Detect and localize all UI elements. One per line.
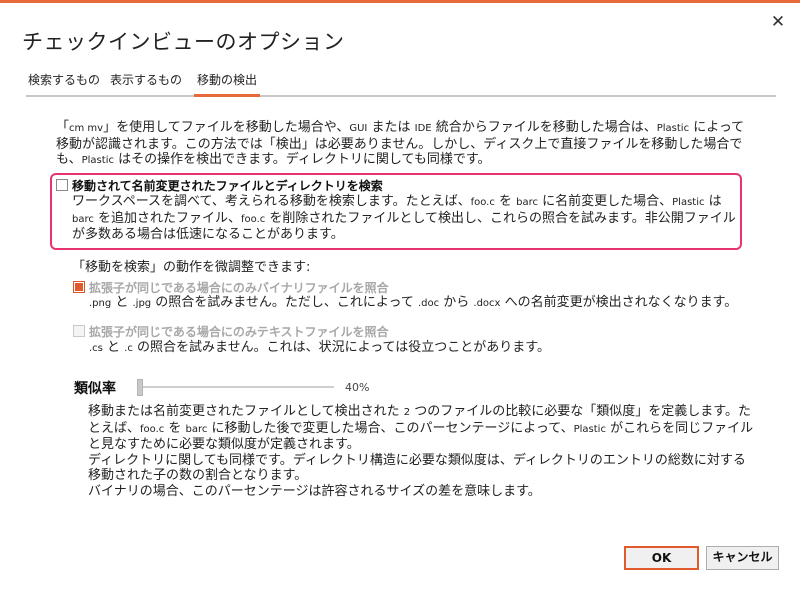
text-same-ext-checkbox[interactable] xyxy=(73,325,85,337)
binary-same-ext-checkbox[interactable] xyxy=(73,281,85,293)
detect-moves-checkbox[interactable] xyxy=(56,179,68,191)
binary-same-ext-label[interactable]: 拡張子が同じである場合にのみバイナリファイルを照合 xyxy=(89,279,389,296)
similarity-description: 移動または名前変更されたファイルとして検出された 2 つのファイルの比較に必要な… xyxy=(88,404,754,499)
text-same-ext-label[interactable]: 拡張子が同じである場合にのみテキストファイルを照合 xyxy=(89,323,389,340)
tab-bar: 検索するもの 表示するもの 移動の検出 xyxy=(26,72,776,97)
tab-what-to-show[interactable]: 表示するもの xyxy=(110,72,182,95)
similarity-slider-track[interactable] xyxy=(138,386,334,388)
binary-option-description: .png と .jpg の照合を試みません。ただし、これによって .doc から… xyxy=(89,295,738,310)
dialog-title: チェックインビューのオプション xyxy=(22,30,345,54)
text-option-description: .cs と .c の照合を試みません。これは、状況によっては役立つことがあります… xyxy=(89,340,550,355)
close-icon[interactable]: ✕ xyxy=(768,12,788,32)
tab-what-to-find[interactable]: 検索するもの xyxy=(28,72,100,95)
detect-moves-label[interactable]: 移動されて名前変更されたファイルとディレクトリを検索 xyxy=(72,177,383,194)
similarity-slider-handle[interactable] xyxy=(137,379,143,396)
intro-text: 「cm mv」を使用してファイルを移動した場合や、GUI または IDE 統合か… xyxy=(56,120,745,167)
ok-button[interactable]: OK xyxy=(624,546,699,570)
cancel-button[interactable]: キャンセル xyxy=(706,546,779,570)
similarity-label: 類似率 xyxy=(74,381,116,397)
fine-tune-label: 「移動を検索」の動作を微調整できます: xyxy=(72,260,311,275)
tab-move-detection[interactable]: 移動の検出 xyxy=(194,72,261,97)
window-accent-bar xyxy=(0,0,800,3)
similarity-value: 40% xyxy=(345,381,370,394)
detect-moves-description: ワークスペースを調べて、考えられる移動を検索します。たとえば、foo.c を b… xyxy=(72,194,736,242)
